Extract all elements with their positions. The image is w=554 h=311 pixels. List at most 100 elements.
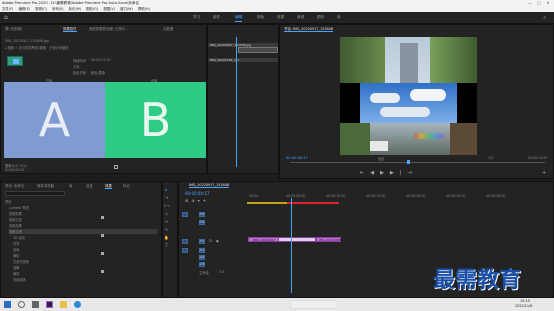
input-method-toolbar[interactable] [290,300,338,309]
ec-clip-2[interactable]: IMG_20221005_1_1 [208,58,278,62]
program-fit[interactable]: 适合 [378,156,384,161]
effects-item-7[interactable]: 内滑 [13,241,19,246]
track-v2[interactable]: V2 [199,220,205,225]
razor-icon[interactable]: ◇ [164,211,169,216]
workspace-learn[interactable]: 学习 [193,15,200,20]
workspace-assembly[interactable]: 组件 [213,15,220,20]
tab-project[interactable]: 项目: 未命名 [5,183,24,188]
menu-graphics[interactable]: 图形(G) [86,7,98,11]
program-scrubber[interactable] [290,162,545,163]
menu-clip[interactable]: 剪辑(C) [35,7,47,11]
timeline-timecode[interactable]: 00:00:04:17 [185,191,209,196]
search-taskbar-icon[interactable] [18,301,25,308]
tab-media-browser[interactable]: 媒体浏览器 [37,183,54,188]
track-target-v[interactable] [182,212,188,217]
timeline-playhead[interactable] [291,198,292,293]
menu-window[interactable]: 窗口(W) [120,7,133,11]
lock-icon[interactable]: ⊡ [209,239,216,243]
wrench-icon[interactable]: ✦ [203,198,209,203]
add-button-icon[interactable]: + [542,170,546,176]
car-icon [370,141,388,151]
track-source-v1[interactable] [182,239,188,244]
file-explorer-icon[interactable] [60,301,67,308]
track-a2[interactable]: A2 [199,255,205,260]
play-icon[interactable]: ▶ [380,170,390,176]
tab-timeline-sequence[interactable]: IMG_20220917_153408 [189,183,230,188]
effects-item-9[interactable]: 擦除 [13,253,19,258]
hand-icon[interactable]: ✋ [164,235,169,240]
tab-markers[interactable]: 标记 [123,183,130,188]
menu-file[interactable]: 文件(F) [2,7,13,11]
tab-source[interactable]: 源:(无剪辑) [5,26,22,31]
slip-icon[interactable]: ↔ [164,219,169,224]
track-a3[interactable]: A3 [199,262,205,267]
effects-item-10[interactable]: 沉浸式视频 [13,259,29,264]
effects-item-3[interactable]: 音频过渡 [9,217,22,222]
tab-metadata[interactable]: 元数据 [163,26,173,31]
checkbox-icon[interactable] [114,165,118,169]
workspace-libraries[interactable]: 库 [337,15,341,20]
program-fraction[interactable]: 1/2 [488,156,493,160]
workspace-graphics[interactable]: 图形 [317,15,324,20]
browser-icon[interactable] [74,301,81,308]
home-icon[interactable]: ⌂ [4,14,8,21]
step-back-icon[interactable]: ◀ [370,170,380,176]
effects-item-2[interactable]: 音频效果 [9,211,22,216]
type-icon[interactable]: T [164,243,169,248]
go-to-out-icon[interactable]: ⇥ [407,170,417,176]
effects-item-5[interactable]: 视频过渡 [9,229,157,234]
menu-view[interactable]: 视图(V) [103,7,115,11]
track-v1[interactable]: V1 [199,239,205,244]
tab-info[interactable]: 信息 [86,183,93,188]
tab-program[interactable]: 节目: IMG_20220917_153408 [284,26,334,32]
effects-item-12[interactable]: 缩放 [13,271,19,276]
menu-markers[interactable]: 标记(M) [69,7,81,11]
master-track-value[interactable]: 0.0 [219,270,224,274]
track-a1[interactable]: A1 [199,248,205,253]
taskbar: 19:15 2022/11/8 [0,298,554,311]
workspace-bar: ⌂ 学习 组件 编辑 颜色 效果 音频 图形 库 ⌕ [0,12,554,24]
effects-item-1[interactable]: Lumetri 预设 [9,205,29,210]
menu-edit[interactable]: 编辑(E) [18,7,30,11]
program-timecode[interactable]: 00:00:04:17 [286,156,308,160]
step-forward-icon[interactable]: ▶| [390,170,408,176]
go-to-in-icon[interactable]: ⇤ [360,170,370,176]
selection-tool-icon[interactable]: ▸ [164,187,169,192]
eye-icon[interactable]: ◉ [216,239,223,243]
track-v3[interactable]: V3 [199,212,205,217]
ripple-edit-icon[interactable]: ⟷ [164,203,170,208]
track-select-icon[interactable]: ⇥ [164,195,169,200]
workspace-color[interactable]: 颜色 [257,15,264,20]
workspace-audio[interactable]: 音频 [297,15,304,20]
mode-value[interactable]: 颜色/直通 [91,70,105,75]
tab-audio-mixer[interactable]: 音频剪辑混合器: 已按计… [89,26,129,31]
effects-item-13[interactable]: 页面剥落 [13,277,26,282]
ec-transition-bar[interactable] [238,47,278,53]
timeline-transition[interactable] [278,237,316,242]
workspace-effects[interactable]: 效果 [277,15,284,20]
pen-icon[interactable]: ✎ [164,227,169,232]
effects-item-6[interactable]: 3D 运动 [13,235,25,240]
tab-effect-controls[interactable]: 效果控件 [63,26,77,32]
effects-item-4[interactable]: 视频效果 [9,223,22,228]
program-playhead[interactable] [407,160,410,164]
tab-effects[interactable]: 效果 [105,183,112,189]
task-view-icon[interactable] [32,301,39,308]
search-icon[interactable]: ⌕ [543,15,546,21]
ec-playhead[interactable] [236,37,237,167]
workspace-editing[interactable]: 编辑 [235,15,243,22]
windows-start-icon[interactable] [4,301,11,308]
track-source-a1[interactable] [182,248,188,253]
premiere-taskbar-icon[interactable] [46,301,53,308]
timeline-toolbar: ⊞⊕▾✦ [185,198,209,203]
effects-item-8[interactable]: 划像 [13,247,19,252]
effects-search-input[interactable] [5,191,65,196]
duration-value[interactable]: 00:00:03:10 [91,58,110,62]
tab-libraries[interactable]: 库 [69,183,72,188]
timeline-clip-2[interactable]: IMG_20221005 [316,237,342,242]
effects-item-11[interactable]: 溶解 [13,265,19,270]
menu-sequence[interactable]: 序列(S) [52,7,64,11]
menu-help[interactable]: 帮助(H) [138,7,150,11]
effects-item-0[interactable]: 预设 [5,199,11,204]
cloud-1 [370,93,400,103]
